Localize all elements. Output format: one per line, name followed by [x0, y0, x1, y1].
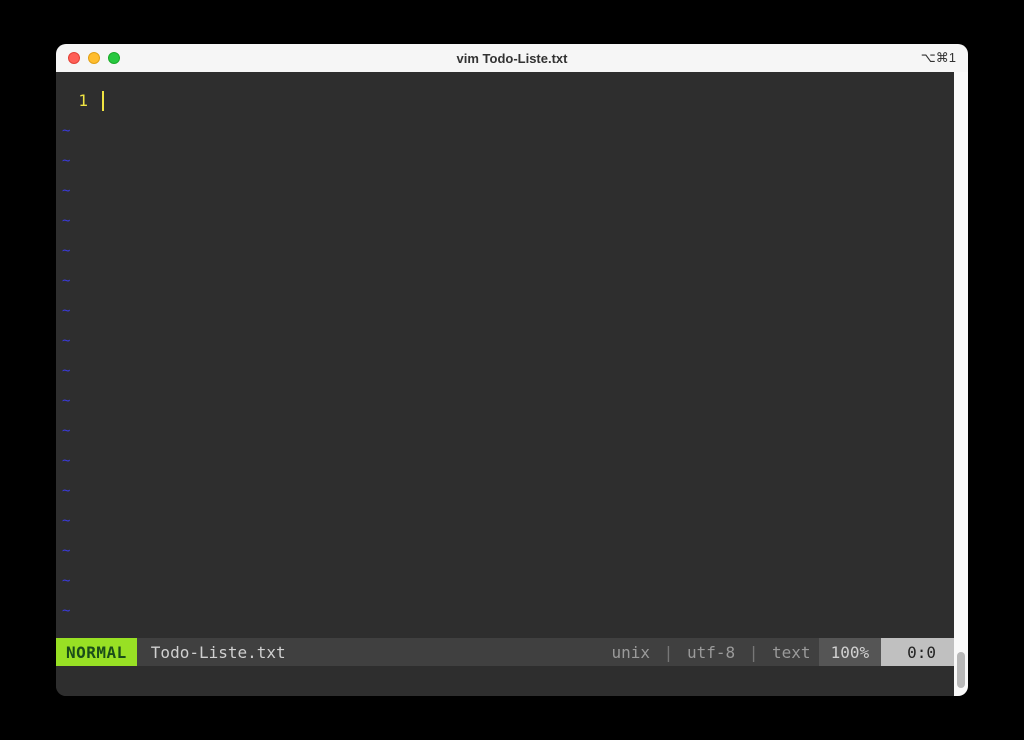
- empty-line-row[interactable]: ~: [56, 476, 954, 506]
- maximize-button[interactable]: [108, 52, 120, 64]
- terminal-window: vim Todo-Liste.txt ⌥⌘1 1 ~~~~~~~~~~~~~~~…: [56, 44, 968, 696]
- cursor: [102, 91, 104, 111]
- tilde-icon: ~: [62, 476, 70, 506]
- empty-line-row[interactable]: ~: [56, 176, 954, 206]
- separator-icon: |: [745, 643, 763, 662]
- empty-line-row[interactable]: ~: [56, 326, 954, 356]
- close-button[interactable]: [68, 52, 80, 64]
- tilde-icon: ~: [62, 446, 70, 476]
- tilde-icon: ~: [62, 176, 70, 206]
- tilde-icon: ~: [62, 416, 70, 446]
- line-row[interactable]: 1: [56, 86, 954, 116]
- status-filename: Todo-Liste.txt: [137, 643, 300, 662]
- empty-line-row[interactable]: ~: [56, 386, 954, 416]
- tilde-icon: ~: [62, 296, 70, 326]
- tilde-icon: ~: [62, 116, 70, 146]
- empty-line-row[interactable]: ~: [56, 416, 954, 446]
- empty-line-row[interactable]: ~: [56, 296, 954, 326]
- titlebar[interactable]: vim Todo-Liste.txt ⌥⌘1: [56, 44, 968, 72]
- empty-line-row[interactable]: ~: [56, 236, 954, 266]
- empty-line-row[interactable]: ~: [56, 266, 954, 296]
- tilde-icon: ~: [62, 596, 70, 626]
- empty-line-row[interactable]: ~: [56, 146, 954, 176]
- empty-line-row[interactable]: ~: [56, 536, 954, 566]
- scroll-percent: 100%: [819, 638, 882, 666]
- tilde-icon: ~: [62, 536, 70, 566]
- tilde-icon: ~: [62, 146, 70, 176]
- tilde-icon: ~: [62, 206, 70, 236]
- line-text[interactable]: [96, 91, 104, 111]
- editor-body: 1 ~~~~~~~~~~~~~~~~~: [56, 72, 968, 638]
- empty-line-row[interactable]: ~: [56, 206, 954, 236]
- fileformat: unix: [611, 643, 650, 662]
- command-line-area[interactable]: [56, 666, 954, 696]
- status-right: unix | utf-8 | text 100% 0:0: [611, 638, 954, 666]
- empty-line-row[interactable]: ~: [56, 356, 954, 386]
- encoding: utf-8: [687, 643, 735, 662]
- mode-indicator: NORMAL: [56, 638, 137, 666]
- cursor-position: 0:0: [881, 638, 954, 666]
- empty-line-row[interactable]: ~: [56, 596, 954, 626]
- tilde-icon: ~: [62, 386, 70, 416]
- tilde-icon: ~: [62, 236, 70, 266]
- window-title: vim Todo-Liste.txt: [457, 51, 568, 66]
- window-shortcut: ⌥⌘1: [921, 50, 956, 66]
- minimize-button[interactable]: [88, 52, 100, 64]
- tilde-icon: ~: [62, 506, 70, 536]
- tilde-icon: ~: [62, 566, 70, 596]
- traffic-lights: [68, 52, 120, 64]
- filetype: text: [772, 643, 811, 662]
- empty-line-row[interactable]: ~: [56, 116, 954, 146]
- scrollbar-overlay: [954, 72, 968, 696]
- empty-line-row[interactable]: ~: [56, 446, 954, 476]
- tilde-icon: ~: [62, 266, 70, 296]
- scrollbar-thumb[interactable]: [957, 652, 965, 688]
- tilde-icon: ~: [62, 356, 70, 386]
- tilde-icon: ~: [62, 326, 70, 356]
- empty-line-row[interactable]: ~: [56, 506, 954, 536]
- file-info: unix | utf-8 | text: [611, 643, 818, 662]
- statusline: NORMAL Todo-Liste.txt unix | utf-8 | tex…: [56, 638, 954, 666]
- line-number: 1: [56, 86, 96, 116]
- separator-icon: |: [660, 643, 678, 662]
- empty-line-row[interactable]: ~: [56, 566, 954, 596]
- editor-content[interactable]: 1 ~~~~~~~~~~~~~~~~~: [56, 72, 954, 638]
